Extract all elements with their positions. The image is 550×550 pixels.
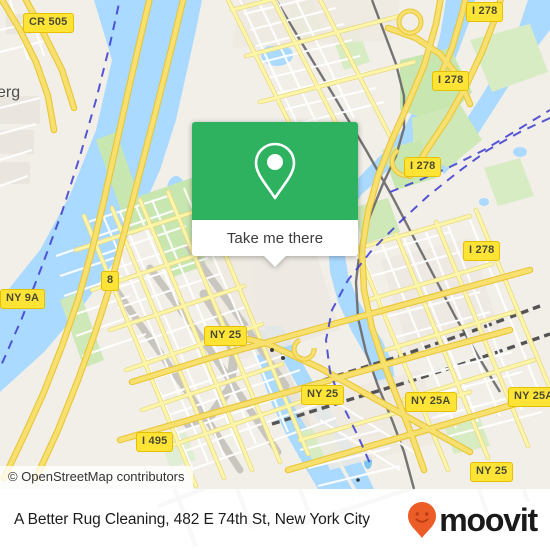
- highway-shield: NY 9A: [0, 289, 46, 309]
- map-canvas[interactable]: erg CR 505 I 278 I 278 I 278 I 278 NY 9A 8 NY 2…: [0, 0, 550, 489]
- moovit-logo: moovit: [407, 501, 538, 539]
- place-title: A Better Rug Cleaning, 482 E 74th St, Ne…: [14, 510, 370, 528]
- highway-shield: I 278: [463, 241, 501, 261]
- osm-attribution[interactable]: © OpenStreetMap contributors: [0, 466, 193, 489]
- highway-shield: NY 25A: [405, 392, 457, 412]
- footer-bar: A Better Rug Cleaning, 482 E 74th St, Ne…: [0, 489, 550, 550]
- moovit-wordmark: moovit: [439, 501, 538, 538]
- popup-header: [192, 122, 358, 220]
- location-pin-icon: [254, 142, 296, 200]
- highway-shield: I 278: [432, 71, 470, 91]
- highway-shield: NY 25: [301, 385, 345, 405]
- take-me-there-label: Take me there: [226, 229, 324, 247]
- map-place-label: erg: [0, 84, 21, 101]
- map-screenshot: erg CR 505 I 278 I 278 I 278 I 278 NY 9A 8 NY 2…: [0, 0, 550, 550]
- highway-shield: I 495: [136, 432, 174, 452]
- highway-shield: NY 25: [470, 462, 514, 482]
- highway-shield: I 278: [466, 2, 504, 22]
- highway-shield: NY 25: [204, 326, 248, 346]
- moovit-smiley-pin-icon: [408, 501, 437, 538]
- location-popup[interactable]: Take me there: [192, 122, 358, 267]
- popup-pointer-tail: [264, 256, 286, 267]
- highway-shield: I 278: [404, 157, 442, 177]
- highway-shield: 8: [101, 271, 120, 291]
- take-me-there-button[interactable]: Take me there: [192, 220, 358, 256]
- highway-shield: NY 25A: [508, 387, 550, 407]
- highway-shield: CR 505: [23, 13, 74, 33]
